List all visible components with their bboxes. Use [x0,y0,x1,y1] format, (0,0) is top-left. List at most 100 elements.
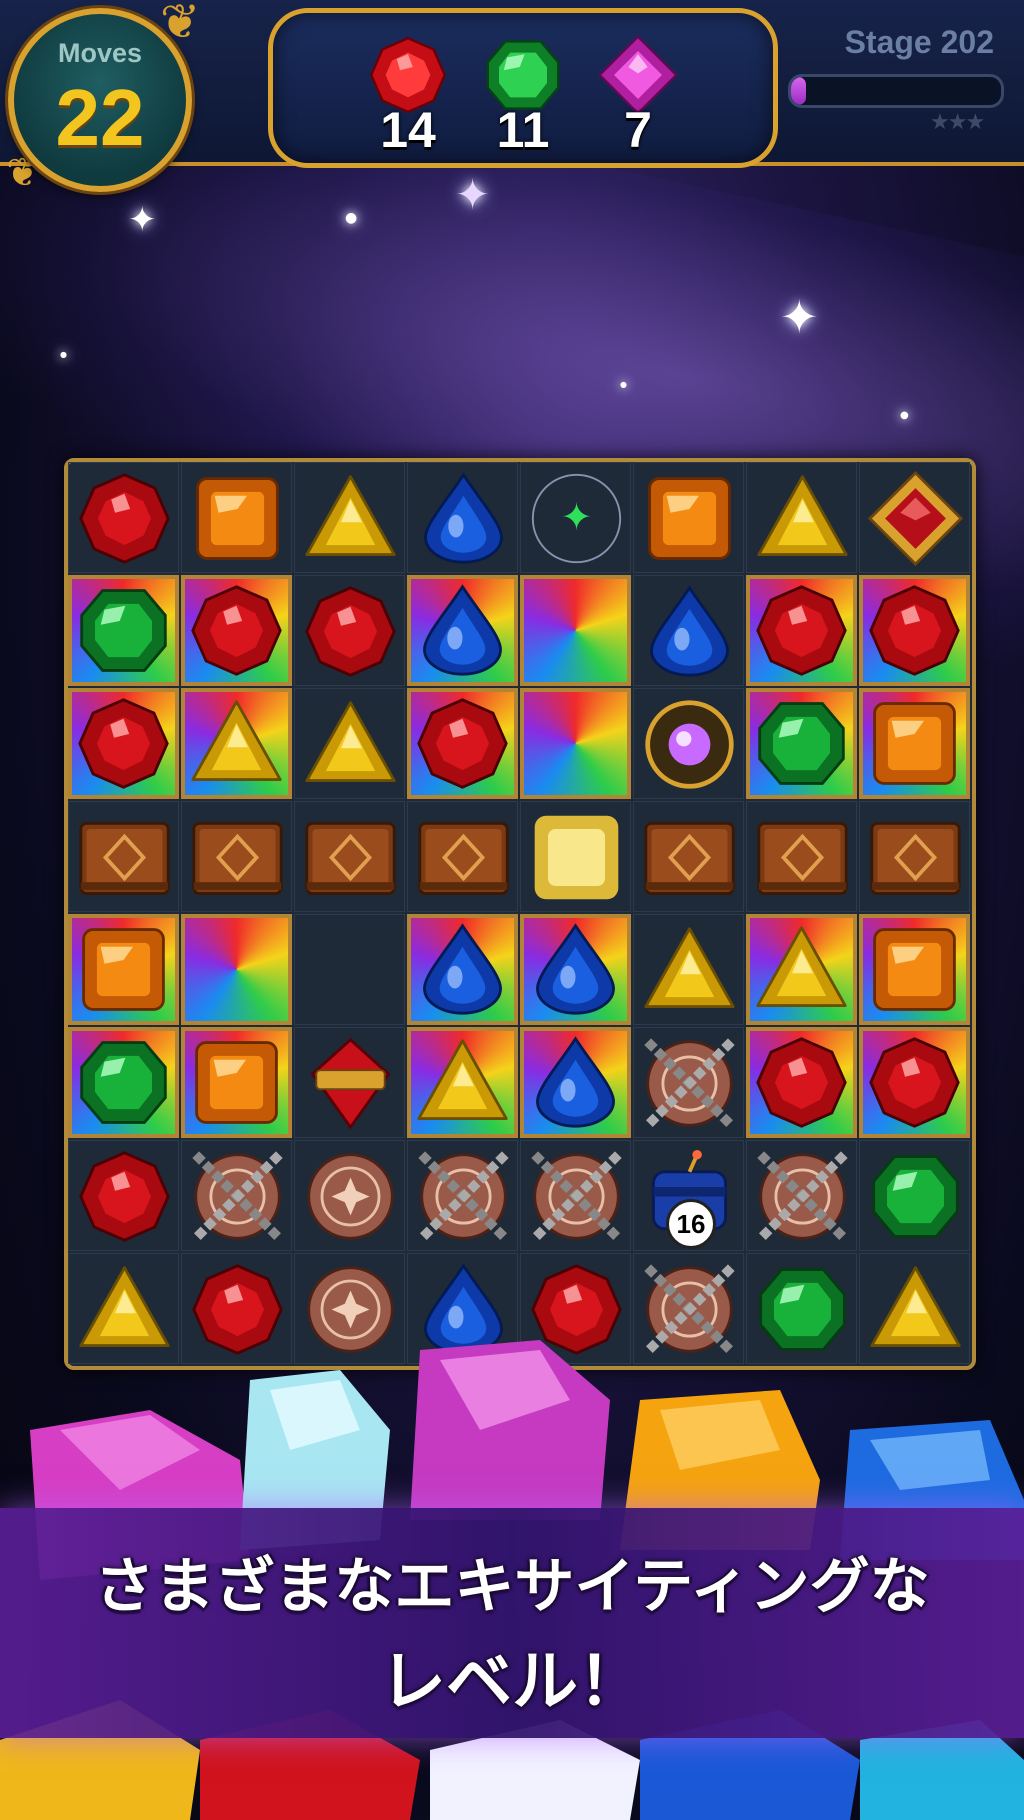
book-blocker-icon[interactable] [642,810,737,905]
board-cell[interactable] [68,575,179,686]
board-cell[interactable] [859,688,970,799]
yellow-gem-icon[interactable] [189,696,284,791]
board-cell[interactable] [68,462,179,573]
board-cell[interactable] [746,1027,857,1138]
red-gem-icon[interactable] [303,584,398,679]
blue-gem-icon[interactable] [642,584,737,679]
board-cell[interactable] [68,688,179,799]
board-cell[interactable] [407,1140,518,1251]
glow-effect-icon[interactable] [529,810,624,905]
board-cell[interactable] [746,801,857,912]
rune-blocker-icon[interactable] [303,1149,398,1244]
board-cell[interactable] [294,1140,405,1251]
blue-gem-icon[interactable] [528,922,623,1017]
board-cell[interactable] [407,801,518,912]
blue-gem-icon[interactable] [415,583,510,678]
yellow-gem-icon[interactable] [303,697,398,792]
green-gem-icon[interactable] [754,696,849,791]
spinner-piece-icon[interactable] [303,1036,398,1131]
chained-rune-blocker-icon[interactable] [190,1149,285,1244]
yellow-gem-icon[interactable] [754,922,849,1017]
book-blocker-icon[interactable] [77,810,172,905]
board-cell[interactable] [859,914,970,1025]
board-cell[interactable] [68,1140,179,1251]
board-cell[interactable] [859,462,970,573]
board-cell[interactable] [407,914,518,1025]
board-cell[interactable] [294,688,405,799]
chained-rune-blocker-icon[interactable] [755,1149,850,1244]
board-cell[interactable] [633,462,744,573]
board-cell[interactable] [68,1027,179,1138]
blue-gem-icon[interactable] [528,1035,623,1130]
board-cell[interactable] [746,575,857,686]
magic-orb-icon[interactable] [642,697,737,792]
board-cell[interactable] [633,575,744,686]
board-cell[interactable] [633,914,744,1025]
sparkle-effect-icon[interactable]: ✦ [529,471,624,566]
red-gem-icon[interactable] [867,583,962,678]
board-cell[interactable] [294,575,405,686]
orange-gem-icon[interactable] [189,1035,284,1130]
green-gem-icon[interactable] [76,1035,171,1130]
red-gem-icon[interactable] [77,471,172,566]
board-cell[interactable] [68,801,179,912]
board-cell[interactable] [633,1027,744,1138]
board-cell[interactable] [407,462,518,573]
board-cell[interactable] [859,1027,970,1138]
red-gem-icon[interactable] [867,1035,962,1130]
green-gem-icon[interactable] [76,583,171,678]
yellow-gem-icon[interactable] [755,471,850,566]
book-blocker-icon[interactable] [416,810,511,905]
board-cell[interactable]: 16 [633,1140,744,1251]
red-gem-icon[interactable] [754,583,849,678]
book-blocker-icon[interactable] [303,810,398,905]
board-cell[interactable] [181,801,292,912]
red-gem-icon[interactable] [754,1035,849,1130]
yellow-gem-icon[interactable] [415,1035,510,1130]
board-cell[interactable] [633,801,744,912]
board-cell[interactable] [859,801,970,912]
board-cell[interactable]: ✦ [520,462,631,573]
book-blocker-icon[interactable] [755,810,850,905]
book-blocker-icon[interactable] [190,810,285,905]
board-cell[interactable] [181,688,292,799]
board-cell[interactable] [859,575,970,686]
board-cell[interactable] [859,1140,970,1251]
board-cell[interactable] [407,1027,518,1138]
board-cell[interactable] [181,1027,292,1138]
green-gem-icon[interactable] [868,1149,963,1244]
board-cell[interactable] [68,914,179,1025]
board-cell[interactable] [294,1027,405,1138]
red-gem-icon[interactable] [415,696,510,791]
board-cell[interactable] [520,688,631,799]
orange-gem-icon[interactable] [867,922,962,1017]
board-cell[interactable] [520,1140,631,1251]
red-gem-icon[interactable] [77,1149,172,1244]
chained-rune-blocker-icon[interactable] [416,1149,511,1244]
chained-rune-blocker-icon[interactable] [642,1036,737,1131]
game-board[interactable]: ✦ 16 [64,458,976,1370]
board-cell[interactable] [746,462,857,573]
board-cell[interactable] [294,462,405,573]
red-gem-icon[interactable] [76,696,171,791]
board-cell[interactable] [294,801,405,912]
board-cell[interactable] [181,575,292,686]
board-cell[interactable] [181,914,292,1025]
board-cell[interactable] [520,914,631,1025]
board-cell[interactable] [294,914,405,1025]
board-cell[interactable] [181,1140,292,1251]
book-blocker-icon[interactable] [868,810,963,905]
relic-tile-icon[interactable] [868,471,963,566]
blue-gem-icon[interactable] [415,922,510,1017]
orange-gem-icon[interactable] [642,471,737,566]
board-cell[interactable] [746,914,857,1025]
blue-gem-icon[interactable] [416,471,511,566]
board-cell[interactable] [181,462,292,573]
board-cell[interactable] [520,575,631,686]
yellow-gem-icon[interactable] [303,471,398,566]
board-cell[interactable] [633,688,744,799]
orange-gem-icon[interactable] [76,922,171,1017]
chained-rune-blocker-icon[interactable] [529,1149,624,1244]
red-gem-icon[interactable] [189,583,284,678]
board-cell[interactable] [407,688,518,799]
